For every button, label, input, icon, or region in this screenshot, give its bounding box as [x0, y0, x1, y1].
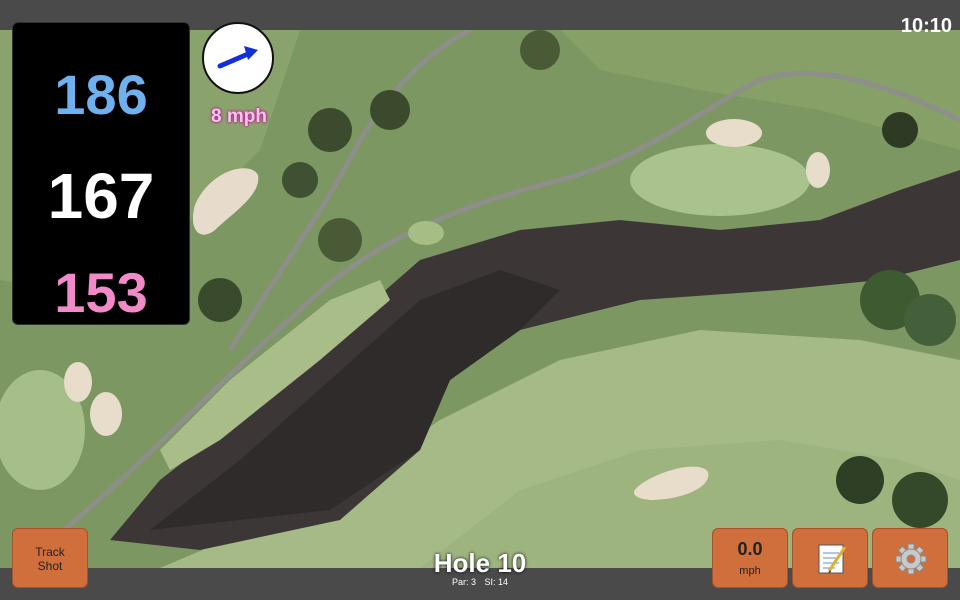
speed-button[interactable]: 0.0 mph — [712, 528, 788, 588]
back-distance: 186 — [54, 63, 148, 126]
wind-direction-indicator — [202, 22, 274, 94]
track-shot-button[interactable]: Track Shot — [12, 528, 88, 588]
hole-par: Par: 3 — [451, 577, 476, 587]
wind-speed-label: 8 mph — [211, 106, 267, 127]
distance-panel: 186 167 153 — [12, 22, 190, 325]
middle-distance: 167 — [47, 160, 155, 232]
hole-title: Hole 10 — [433, 548, 527, 578]
front-distance: 153 — [54, 261, 148, 324]
clock: 10:10 — [900, 15, 952, 37]
track-shot-label-line2: Shot — [37, 559, 63, 573]
settings-button[interactable] — [872, 528, 948, 588]
track-shot-label-line1: Track — [35, 545, 65, 559]
hole-details: Par: 3 SI: 14 — [380, 577, 580, 587]
speed-unit: mph — [739, 565, 761, 577]
notes-button[interactable] — [792, 528, 868, 588]
speed-value: 0.0 — [737, 539, 763, 559]
gear-icon — [895, 543, 927, 575]
arrow-icon — [217, 46, 258, 69]
notepad-icon — [818, 544, 847, 574]
hole-stroke-index: SI: 14 — [484, 577, 509, 587]
